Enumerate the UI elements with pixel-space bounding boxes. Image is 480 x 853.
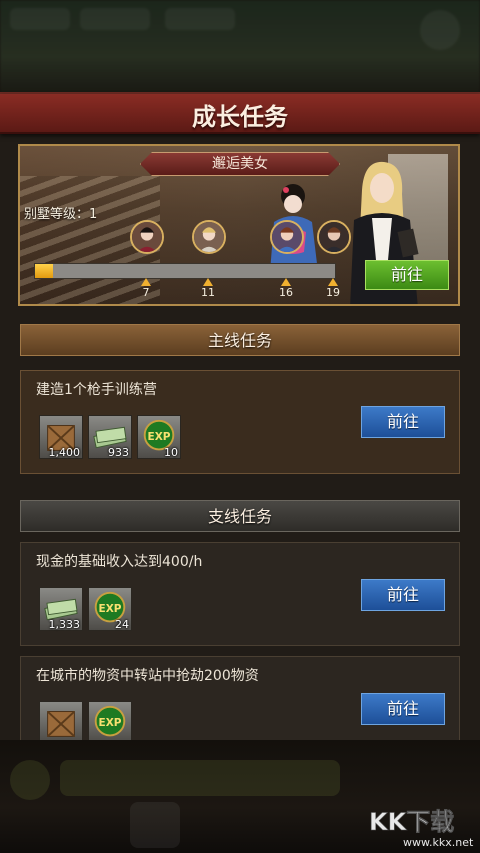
growth-task-panel: 成长任务 邂逅美女 别墅等级：1 7 11 16 19 前往 主线任务 建造1个…: [0, 92, 480, 743]
side-task-card-2: 在城市的物资中转站中抢劫200物资 EXP 前往: [20, 656, 460, 743]
reward-quantity: 24: [115, 618, 129, 631]
crate-icon: [46, 710, 76, 738]
villa-level-text: 别墅等级：1: [24, 207, 98, 222]
villa-progress-fill: [35, 264, 53, 278]
milestone-arrow-icon: [281, 278, 291, 286]
reward-quantity: 10: [164, 446, 178, 459]
reward-cash[interactable]: 1,333: [39, 587, 83, 631]
exp-icon-text: EXP: [148, 431, 171, 443]
villa-progress-bar: [34, 263, 336, 279]
milestone-level: 7: [142, 286, 150, 299]
milestone-level: 11: [201, 286, 215, 299]
milestone-marker-4: 19: [323, 278, 343, 299]
side-task-card-1: 现金的基础收入达到400/h 1,333 EXP 24 前往: [20, 542, 460, 646]
reward-quantity: 1,333: [48, 618, 81, 631]
portrait-milestone-4[interactable]: [317, 220, 351, 254]
portrait-milestone-3[interactable]: [270, 220, 304, 254]
milestone-arrow-icon: [328, 278, 338, 286]
milestone-level: 16: [279, 286, 293, 299]
reward-exp[interactable]: EXP 24: [88, 587, 132, 631]
reward-quantity: 1,400: [48, 446, 81, 459]
exp-icon-text: EXP: [99, 717, 122, 729]
watermark-url: www.kkx.net: [403, 836, 474, 849]
milestone-arrow-icon: [141, 278, 151, 286]
main-quest-header: 主线任务: [20, 324, 460, 356]
portrait-milestone-2[interactable]: [192, 220, 226, 254]
reward-cash[interactable]: 933: [88, 415, 132, 459]
milestone-level: 19: [326, 286, 340, 299]
milestone-marker-3: 16: [276, 278, 296, 299]
portrait-milestone-1[interactable]: [130, 220, 164, 254]
title-bar: 成长任务: [0, 94, 480, 134]
exp-icon: EXP: [94, 705, 126, 737]
task-description: 现金的基础收入达到400/h: [36, 554, 203, 570]
event-banner[interactable]: 邂逅美女 别墅等级：1 7 11 16 19 前往: [18, 144, 460, 306]
watermark-logo: KK下载 www.kkx.net: [369, 808, 474, 849]
side-task-1-go-button[interactable]: 前往: [361, 579, 445, 611]
reward-crate[interactable]: 1,400: [39, 415, 83, 459]
reward-crate[interactable]: [39, 701, 83, 743]
event-go-button[interactable]: 前往: [365, 260, 449, 290]
event-title-label: 邂逅美女: [140, 152, 340, 176]
panel-title: 成长任务: [192, 103, 288, 131]
reward-quantity: 933: [108, 446, 129, 459]
watermark-text: KK下载: [369, 808, 454, 836]
side-quest-header: 支线任务: [20, 500, 460, 532]
reward-exp[interactable]: EXP: [88, 701, 132, 743]
side-task-2-go-button[interactable]: 前往: [361, 693, 445, 725]
exp-icon-text: EXP: [99, 603, 122, 615]
main-task-go-button[interactable]: 前往: [361, 406, 445, 438]
milestone-arrow-icon: [203, 278, 213, 286]
task-description: 在城市的物资中转站中抢劫200物资: [36, 668, 259, 684]
task-description: 建造1个枪手训练营: [36, 382, 157, 398]
milestone-marker-1: 7: [136, 278, 156, 299]
main-task-card: 建造1个枪手训练营 1,400 933 EXP 10 前往: [20, 370, 460, 474]
reward-exp[interactable]: EXP 10: [137, 415, 181, 459]
milestone-marker-2: 11: [198, 278, 218, 299]
background-game-scene-top: [0, 0, 480, 95]
